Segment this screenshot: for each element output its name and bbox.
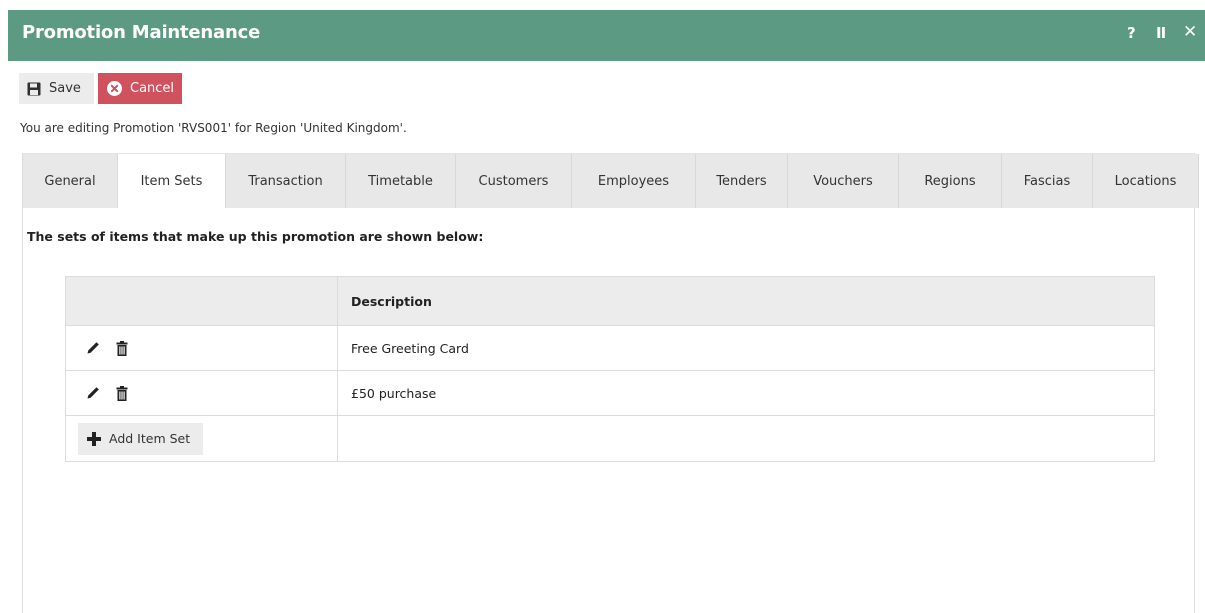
tab-tenders[interactable]: Tenders — [696, 154, 788, 208]
tab-locations[interactable]: Locations — [1093, 154, 1199, 208]
trash-icon[interactable] — [116, 385, 128, 401]
description-column-header: Description — [351, 293, 432, 309]
tab-bar: General Item Sets Transaction Timetable … — [23, 154, 1199, 208]
editing-message: You are editing Promotion 'RVS001' for R… — [20, 121, 407, 135]
add-item-set-label: Add Item Set — [109, 431, 191, 446]
pause-icon[interactable]: II — [1156, 24, 1166, 42]
cancel-button-label: Cancel — [130, 81, 175, 96]
close-icon[interactable]: ✕ — [1183, 22, 1197, 42]
tab-timetable[interactable]: Timetable — [346, 154, 456, 208]
x-circle-icon — [107, 81, 122, 96]
row-description: Free Greeting Card — [351, 340, 469, 356]
add-row-actions: Add Item Set — [66, 416, 338, 461]
row-description: £50 purchase — [351, 385, 437, 401]
floppy-disk-icon — [27, 82, 41, 96]
tab-panel: General Item Sets Transaction Timetable … — [22, 153, 1199, 613]
tab-fascias[interactable]: Fascias — [1002, 154, 1093, 208]
tab-item-sets[interactable]: Item Sets — [118, 154, 226, 208]
window-titlebar: Promotion Maintenance ? II ✕ — [8, 10, 1205, 61]
actions-column-header — [66, 277, 338, 325]
tab-customers[interactable]: Customers — [456, 154, 572, 208]
window-title: Promotion Maintenance — [22, 22, 261, 43]
promotion-maintenance-window: Promotion Maintenance ? II ✕ Save Cancel… — [8, 10, 1205, 613]
add-item-set-button[interactable]: Add Item Set — [78, 422, 203, 455]
table-header-row: Description — [66, 277, 1154, 325]
help-icon[interactable]: ? — [1127, 24, 1136, 42]
pencil-icon[interactable] — [86, 386, 100, 400]
row-actions — [66, 371, 338, 415]
save-button[interactable]: Save — [19, 73, 94, 104]
cancel-button[interactable]: Cancel — [98, 73, 182, 104]
row-actions — [66, 326, 338, 370]
add-item-set-row: Add Item Set — [66, 415, 1154, 461]
plus-icon — [87, 431, 101, 446]
tab-vouchers[interactable]: Vouchers — [788, 154, 899, 208]
pencil-icon[interactable] — [86, 341, 100, 355]
tab-regions[interactable]: Regions — [899, 154, 1002, 208]
save-button-label: Save — [49, 81, 81, 96]
table-row: £50 purchase — [66, 370, 1154, 415]
table-row: Free Greeting Card — [66, 325, 1154, 370]
add-row-empty-cell — [338, 416, 1154, 461]
tab-transaction[interactable]: Transaction — [226, 154, 346, 208]
trash-icon[interactable] — [116, 340, 128, 356]
tab-general[interactable]: General — [23, 154, 118, 208]
item-sets-table: Description Free Greeting Card £50 purch… — [65, 276, 1155, 462]
tab-employees[interactable]: Employees — [572, 154, 696, 208]
item-sets-intro: The sets of items that make up this prom… — [27, 229, 484, 244]
